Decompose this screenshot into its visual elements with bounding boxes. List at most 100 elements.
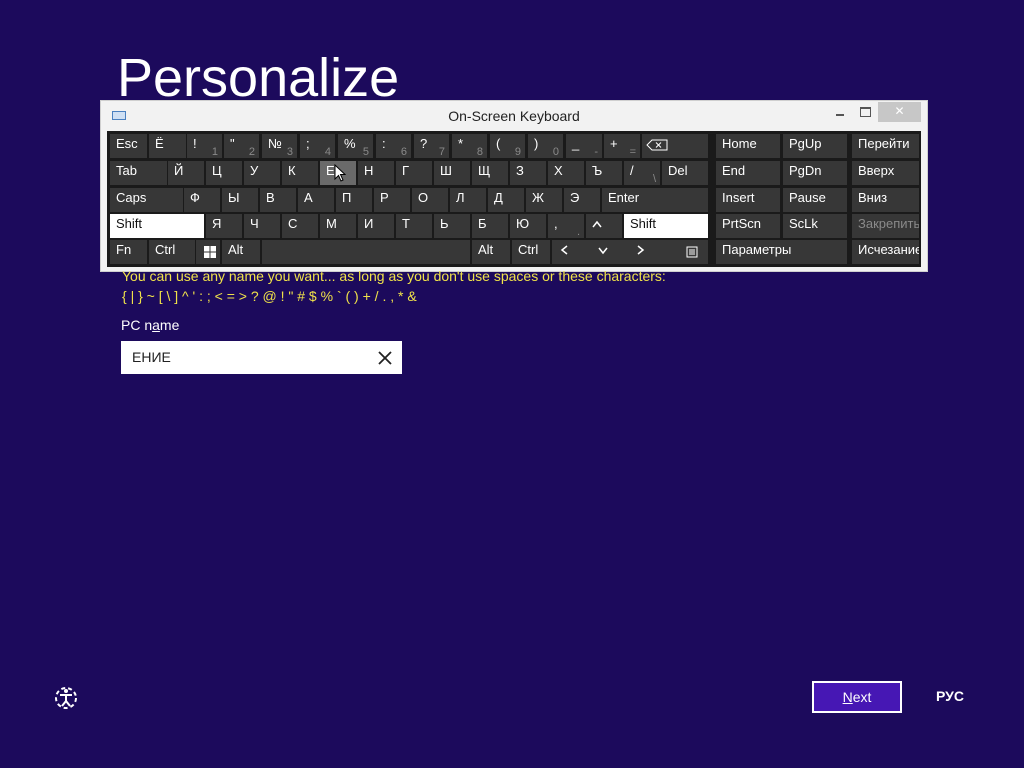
key-з[interactable]: З <box>510 161 546 185</box>
key-;[interactable]: ; 4 <box>300 134 335 158</box>
key-,[interactable]: ,. <box>548 214 584 238</box>
key-л[interactable]: Л <box>450 188 486 212</box>
right-shift-key[interactable]: Shift <box>624 214 708 238</box>
key-del[interactable]: Del <box>662 161 708 185</box>
input-language-indicator[interactable]: РУС <box>936 688 964 704</box>
side-key-2[interactable]: Вниз <box>852 188 919 212</box>
key-у[interactable]: У <box>244 161 280 185</box>
key-![interactable]: ! 1 <box>187 134 222 158</box>
key-а[interactable]: А <box>298 188 334 212</box>
nav-key-8[interactable]: Параметры <box>716 240 847 264</box>
backspace-key[interactable] <box>642 134 708 158</box>
key-label: Ё <box>155 136 164 151</box>
key-в[interactable]: В <box>260 188 296 212</box>
key-ctrl[interactable]: Ctrl <box>512 240 550 264</box>
side-key-3[interactable]: Закрепить <box>852 214 919 238</box>
key-esc[interactable]: Esc <box>110 134 147 158</box>
key-ъ[interactable]: Ъ <box>586 161 622 185</box>
pc-name-label-part: PC n <box>121 317 153 333</box>
key-caps[interactable]: Caps <box>110 188 183 212</box>
close-button[interactable] <box>878 102 921 122</box>
nav-key-5[interactable]: Pause <box>783 188 847 212</box>
key-label: + <box>610 136 618 151</box>
key-ё[interactable]: Ё <box>149 134 186 158</box>
key-ь[interactable]: Ь <box>434 214 470 238</box>
key-([interactable]: (9 <box>490 134 525 158</box>
key-г[interactable]: Г <box>396 161 432 185</box>
key-№[interactable]: № 3 <box>262 134 297 158</box>
next-button[interactable]: Next <box>812 681 902 713</box>
nav-key-4[interactable]: Insert <box>716 188 780 212</box>
key-label: Ctrl <box>155 242 176 257</box>
key-label: Г <box>402 163 410 178</box>
key-*[interactable]: * 8 <box>452 134 487 158</box>
key-б[interactable]: Б <box>472 214 508 238</box>
key-fn[interactable]: Fn <box>110 240 147 264</box>
key-ц[interactable]: Ц <box>206 161 242 185</box>
nav-key-7[interactable]: ScLk <box>783 214 847 238</box>
key-ы[interactable]: Ы <box>222 188 258 212</box>
nav-key-1[interactable]: PgUp <box>783 134 847 158</box>
key-х[interactable]: Х <box>548 161 584 185</box>
side-key-0[interactable]: Перейти <box>852 134 919 158</box>
ease-of-access-icon[interactable] <box>52 684 80 712</box>
key-и[interactable]: И <box>358 214 394 238</box>
key-о[interactable]: О <box>412 188 448 212</box>
nav-key-3[interactable]: PgDn <box>783 161 847 185</box>
menu-key[interactable] <box>666 240 708 264</box>
key-ф[interactable]: Ф <box>184 188 220 212</box>
key-tab[interactable]: Tab <box>110 161 167 185</box>
key-label: Alt <box>478 242 494 257</box>
key-alt[interactable]: Alt <box>222 240 260 264</box>
osk-titlebar[interactable]: On-Screen Keyboard <box>101 101 927 131</box>
key-м[interactable]: М <box>320 214 356 238</box>
key-ю[interactable]: Ю <box>510 214 546 238</box>
key-:[interactable]: :6 <box>376 134 411 158</box>
key-label: , <box>554 216 558 231</box>
key-р[interactable]: Р <box>374 188 410 212</box>
key-"[interactable]: " 2 <box>224 134 259 158</box>
nav-key-6[interactable]: PrtScn <box>716 214 780 238</box>
backspace-icon <box>646 139 668 151</box>
key-ч[interactable]: Ч <box>244 214 280 238</box>
nav-key-0[interactable]: Home <box>716 134 780 158</box>
key-%[interactable]: % 5 <box>338 134 373 158</box>
side-key-4[interactable]: Исчезание <box>852 240 919 264</box>
right-arrow-key[interactable] <box>628 240 666 264</box>
key-enter[interactable]: Enter <box>602 188 708 212</box>
down-arrow-key[interactable] <box>590 240 628 264</box>
key-+[interactable]: + = <box>604 134 640 158</box>
space-key[interactable] <box>262 240 470 264</box>
key-я[interactable]: Я <box>206 214 242 238</box>
key-sublabel: - <box>594 146 598 158</box>
key-д[interactable]: Д <box>488 188 524 212</box>
key-)[interactable]: ) 0 <box>528 134 563 158</box>
clear-icon[interactable] <box>374 341 396 374</box>
key-_[interactable]: _ - <box>566 134 602 158</box>
key-щ[interactable]: Щ <box>472 161 508 185</box>
key-ж[interactable]: Ж <box>526 188 562 212</box>
pc-name-input[interactable]: ЕНИЕ <box>121 341 402 374</box>
key-н[interactable]: Н <box>358 161 394 185</box>
key-к[interactable]: К <box>282 161 318 185</box>
nav-key-2[interactable]: End <box>716 161 780 185</box>
key-alt[interactable]: Alt <box>472 240 510 264</box>
left-arrow-key[interactable] <box>552 240 590 264</box>
key-э[interactable]: Э <box>564 188 600 212</box>
key-label: Н <box>364 163 374 178</box>
key-ш[interactable]: Ш <box>434 161 470 185</box>
key-label: Б <box>478 216 487 231</box>
left-shift-key[interactable]: Shift <box>110 214 204 238</box>
key-ctrl[interactable]: Ctrl <box>149 240 195 264</box>
key-п[interactable]: П <box>336 188 372 212</box>
windows-key[interactable] <box>196 240 220 264</box>
maximize-button[interactable] <box>848 102 882 122</box>
key-sublabel: 1 <box>211 146 218 158</box>
key-т[interactable]: Т <box>396 214 432 238</box>
key-й[interactable]: Й <box>168 161 204 185</box>
key-с[interactable]: С <box>282 214 318 238</box>
key-/[interactable]: / \ <box>624 161 660 185</box>
side-key-1[interactable]: Вверх <box>852 161 919 185</box>
up-arrow-key[interactable] <box>586 214 622 238</box>
key-?[interactable]: ? 7 <box>414 134 449 158</box>
